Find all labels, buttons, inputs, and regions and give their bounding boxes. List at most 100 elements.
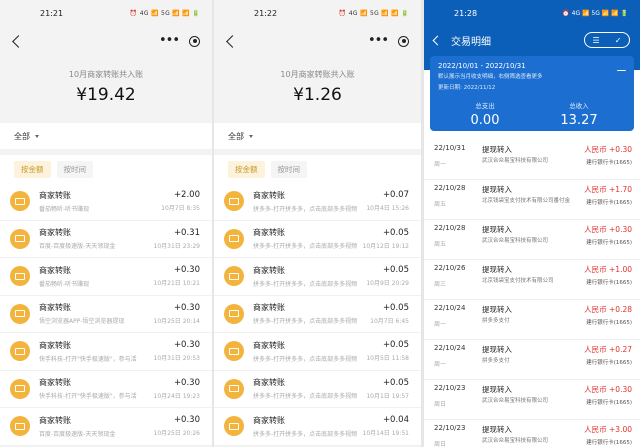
transaction-row[interactable]: 22/10/23 周日 提现转入 武汉合众易宝科技有限公司 人民币 +0.30 建行银行卡… [424,380,640,420]
row-weekday: 周五 [434,241,447,248]
total-expense: 总支出 0.00 [438,100,532,128]
row-subtitle: 拼多多-打开拼多多，点击底部多多视频 [253,393,358,401]
wallet-icon [224,191,244,212]
row-right: +0.30 10月25日 20:14 [154,303,200,325]
transfer-row[interactable]: 商家转账 拼多多-打开拼多多，点击底部多多视频 +0.05 10月9日 20:29 [214,258,421,296]
row-amount: +0.05 [382,227,409,238]
row-right: +0.30 10月31日 20:53 [154,340,200,362]
transfer-row[interactable]: 商家转账 快手科技-打开"快手极速版"，参与活 +0.30 10月24日 19:23 [0,371,212,408]
wallet-icon [224,303,244,324]
row-subtitle: 番茄畅听-听书赚现 [39,280,90,288]
transaction-row[interactable]: 22/10/24 周一 提现转入 拼多多支付 人民币 +0.28 建行银行卡(1665) [424,300,640,340]
row-desc-col: 提现转入 武汉合众易宝科技有限公司 [482,144,584,179]
row-amount: 人民币 +0.27 [584,345,632,354]
transfer-row[interactable]: 商家转账 快手科技-打开"快手极速版"，参与活 +0.30 10月31日 20:53 [0,333,212,371]
transaction-row[interactable]: 22/10/28 周五 提现转入 北京钱袋宝支付技术有限公司番付金 人民币 +1.70 建… [424,180,640,220]
row-bank: 建行银行卡(1665) [586,280,632,286]
more-icon[interactable]: ••• [368,34,389,47]
transaction-list: 22/10/31 周一 提现转入 武汉合众易宝科技有限公司 人民币 +0.30 建行银行卡… [424,140,640,447]
wallet-icon [224,266,244,287]
row-date-col: 22/10/26 周三 [434,264,482,299]
transfer-row[interactable]: 商家转账 番茄畅听-听书赚现 +0.30 10月21日 10:21 [0,258,212,296]
row-time: 10月12日 19:12 [362,242,409,250]
transfer-row[interactable]: 商家转账 拼多多-打开拼多多，点击底部多多视频 +0.05 10月12日 19:12 [214,221,421,258]
tab-by-time[interactable]: 按时间 [56,160,93,178]
back-arrow-icon[interactable] [432,35,443,45]
row-date: 22/10/26 [434,264,466,272]
row-amount-col: 人民币 +1.00 建行银行卡(1665) [584,264,632,299]
check-circle-icon[interactable]: ✓ [615,36,622,45]
transfer-row[interactable]: 商家转账 百度-百度极速版-天天领现金 +0.30 10月25日 20:26 [0,408,212,446]
tab-by-amount[interactable]: 按金额 [14,160,51,178]
back-arrow-icon[interactable] [226,34,239,48]
transfer-row[interactable]: 商家转账 拼多多-打开拼多多，点击底部多多视频 +0.05 10月5日 11:58 [214,333,421,371]
update-date: 更新日期: 2022/11/12 [438,85,496,91]
transfer-row[interactable]: 商家转账 拼多多-打开拼多多，点击底部多多视频 +0.05 10月1日 19:57 [214,371,421,408]
row-date: 22/10/28 [434,224,466,232]
row-weekday: 周一 [434,321,447,328]
filter-label: 全部 [14,131,30,141]
sort-tabs: 按金额 按时间 [0,155,212,183]
row-subtitle: 快手科技-打开"快手极速版"，参与活 [39,393,137,401]
row-party: 北京钱袋宝支付技术有限公司番付金 [482,198,571,204]
row-title: 商家转账 [39,265,71,275]
row-info: 商家转账 拼多多-打开拼多多，点击底部多多视频 [253,377,362,400]
row-right: +0.05 10月12日 19:12 [363,228,409,250]
transfer-row[interactable]: 商家转账 拼多多-打开拼多多，点击底部多多视频 +0.07 10月4日 15:26 [214,183,421,221]
wechat-transfer-panel-1: 21:21 ⏰ 4G 📶 5G 📶 📶 🔋 ••• 10月商家转账共入账 ¥19.… [0,0,212,447]
row-desc-col: 提现转入 北京钱袋宝支付技术有限公司 [482,264,584,299]
transaction-row[interactable]: 22/10/26 周三 提现转入 北京钱袋宝支付技术有限公司 人民币 +1.00 建行银行… [424,260,640,300]
transfer-row[interactable]: 商家转账 拼多多-打开拼多多，点击底部多多视频 +0.05 10月7日 6:45 [214,296,421,333]
row-right: +0.30 10月21日 10:21 [154,265,200,287]
row-time: 10月9日 20:29 [366,280,409,288]
row-amount: +0.30 [173,340,200,351]
row-party: 武汉合众易宝科技有限公司 [482,158,549,164]
transaction-row[interactable]: 22/10/24 周一 提现转入 拼多多支付 人民币 +0.27 建行银行卡(1665) [424,340,640,380]
row-info: 商家转账番茄畅听-听书赚现 [39,265,150,288]
filter-label: 全部 [228,131,244,141]
row-info: 商家转账百度-百度极速版-天天领现金 [39,415,150,438]
row-subtitle: 百度-百度极速版-天天领现金 [39,430,116,438]
transfer-row[interactable]: 商家转账 拼多多-打开拼多多，点击底部多多视频 +0.04 10月14日 19:51 [214,408,421,446]
capsule-menu[interactable]: ☰ ✓ [584,32,630,48]
menu-icon[interactable]: ☰ [593,36,600,45]
row-date-col: 22/10/23 周日 [434,424,482,447]
row-bank: 建行银行卡(1665) [586,200,632,206]
row-subtitle: 拼多多-打开拼多多，点击底部多多视频 [253,355,358,363]
row-amount: +0.04 [382,415,409,426]
transfer-row[interactable]: 商家转账 悟空浏览器APP-悟空浏览器提现 +0.30 10月25日 20:14 [0,296,212,333]
row-date: 22/10/23 [434,424,466,432]
close-mini-icon[interactable] [189,35,200,47]
row-party: 武汉合众易宝科技有限公司 [482,398,549,404]
row-title: 商家转账 [39,415,71,425]
sort-tabs: 按金额 按时间 [214,155,421,183]
row-type: 提现转入 [482,305,512,314]
wallet-icon [10,266,30,287]
row-subtitle: 拼多多-打开拼多多，点击底部多多视频 [253,205,358,213]
row-bank: 建行银行卡(1665) [586,360,632,366]
row-date-col: 22/10/28 周五 [434,224,482,259]
transaction-row[interactable]: 22/10/31 周一 提现转入 武汉合众易宝科技有限公司 人民币 +0.30 建行银行卡… [424,140,640,180]
filter-dropdown[interactable]: 全部 [214,123,421,149]
back-arrow-icon[interactable] [12,34,25,48]
status-time: 21:22 [254,8,278,18]
wallet-icon [10,191,30,212]
tab-by-amount[interactable]: 按金额 [228,160,265,178]
row-amount: +0.30 [173,302,200,313]
tab-by-time[interactable]: 按时间 [270,160,307,178]
nav-bar: 交易明细 ☰ ✓ [424,26,640,54]
row-amount-col: 人民币 +0.28 建行银行卡(1665) [584,304,632,339]
nav-bar: ••• [214,26,421,56]
row-subtitle: 拼多多-打开拼多多，点击底部多多视频 [253,243,358,251]
transfer-row[interactable]: 商家转账 百度-百度极速版-天天领现金 +0.31 10月31日 23:29 [0,221,212,258]
close-mini-icon[interactable] [398,35,409,47]
bank-transaction-panel: 21:28 ⏰ 4G 📶 5G 📶 📶 🔋 交易明细 ☰ ✓ 2022/10/01 … [424,0,640,447]
transaction-row[interactable]: 22/10/23 周日 提现转入 武汉合众易宝科技有限公司 人民币 +3.00 建行银行卡… [424,420,640,447]
filter-dropdown[interactable]: 全部 [0,123,212,149]
wallet-icon [224,378,244,399]
more-icon[interactable]: ••• [159,34,180,47]
row-type: 提现转入 [482,425,512,434]
transaction-row[interactable]: 22/10/28 周五 提现转入 武汉合众易宝科技有限公司 人民币 +0.30 建行银行卡… [424,220,640,260]
transfer-row[interactable]: 商家转账 番茄畅听-听书赚现 +2.00 10月7日 8:35 [0,183,212,221]
row-info: 商家转账 拼多多-打开拼多多，点击底部多多视频 [253,190,362,213]
